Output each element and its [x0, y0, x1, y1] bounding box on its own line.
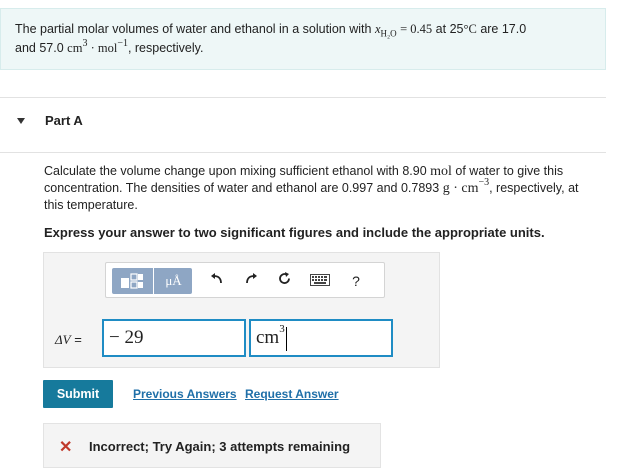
value-input[interactable]: − 29	[102, 319, 246, 357]
problem-statement: The partial molar volumes of water and e…	[0, 8, 606, 70]
mole-fraction-value: = 0.45	[400, 22, 433, 36]
problem-end-text: , respectively.	[127, 41, 204, 55]
submit-button[interactable]: Submit	[43, 380, 113, 408]
help-icon[interactable]: ?	[346, 271, 366, 291]
part-title: Part A	[45, 113, 83, 128]
answer-label: ΔV =	[55, 332, 82, 347]
problem-line-2: and 57.0 cm3 · mol−1, respectively.	[15, 37, 605, 58]
request-answer-link[interactable]: Request Answer	[245, 387, 339, 401]
collapse-triangle-icon[interactable]	[17, 118, 25, 124]
templates-button[interactable]	[112, 268, 152, 294]
question-text: Calculate the volume change upon mixing …	[44, 164, 579, 212]
ethanol-volume-text: and 57.0	[15, 41, 64, 55]
mole-fraction-symbol: xH₂O	[374, 22, 397, 39]
temperature-text: at 25	[435, 22, 464, 36]
problem-line-1: The partial molar volumes of water and e…	[15, 20, 605, 39]
text-caret	[285, 326, 287, 351]
math-toolbar: μÅ ?	[105, 262, 385, 298]
error-x-icon: ✕	[59, 439, 73, 456]
previous-answers-link[interactable]: Previous Answers	[133, 387, 237, 401]
reset-icon[interactable]	[274, 271, 294, 291]
mol-unit: mol	[430, 164, 452, 179]
water-volume-text: are 17.0	[480, 22, 527, 36]
units-button[interactable]: μÅ	[153, 268, 193, 294]
undo-icon[interactable]	[207, 271, 227, 291]
templates-icon	[121, 273, 143, 289]
density-unit: g · cm−3	[442, 177, 490, 196]
problem-text: The partial molar volumes of water and e…	[15, 22, 372, 36]
feedback-text: Incorrect; Try Again; 3 attempts remaini…	[89, 439, 351, 454]
toolbar-button-group: μÅ	[112, 268, 192, 294]
unit-input[interactable]: cm3	[249, 319, 393, 357]
temperature-unit: °C	[463, 22, 477, 36]
part-a-header[interactable]: Part A	[0, 97, 606, 153]
keyboard-icon[interactable]	[308, 271, 332, 291]
redo-icon[interactable]	[241, 271, 261, 291]
feedback-message: ✕ Incorrect; Try Again; 3 attempts remai…	[43, 423, 381, 468]
instruction-text: Express your answer to two significant f…	[44, 225, 545, 240]
answer-panel: μÅ ? ΔV = − 29 cm3	[43, 252, 440, 368]
volume-unit: cm3 · mol−1	[67, 37, 128, 55]
